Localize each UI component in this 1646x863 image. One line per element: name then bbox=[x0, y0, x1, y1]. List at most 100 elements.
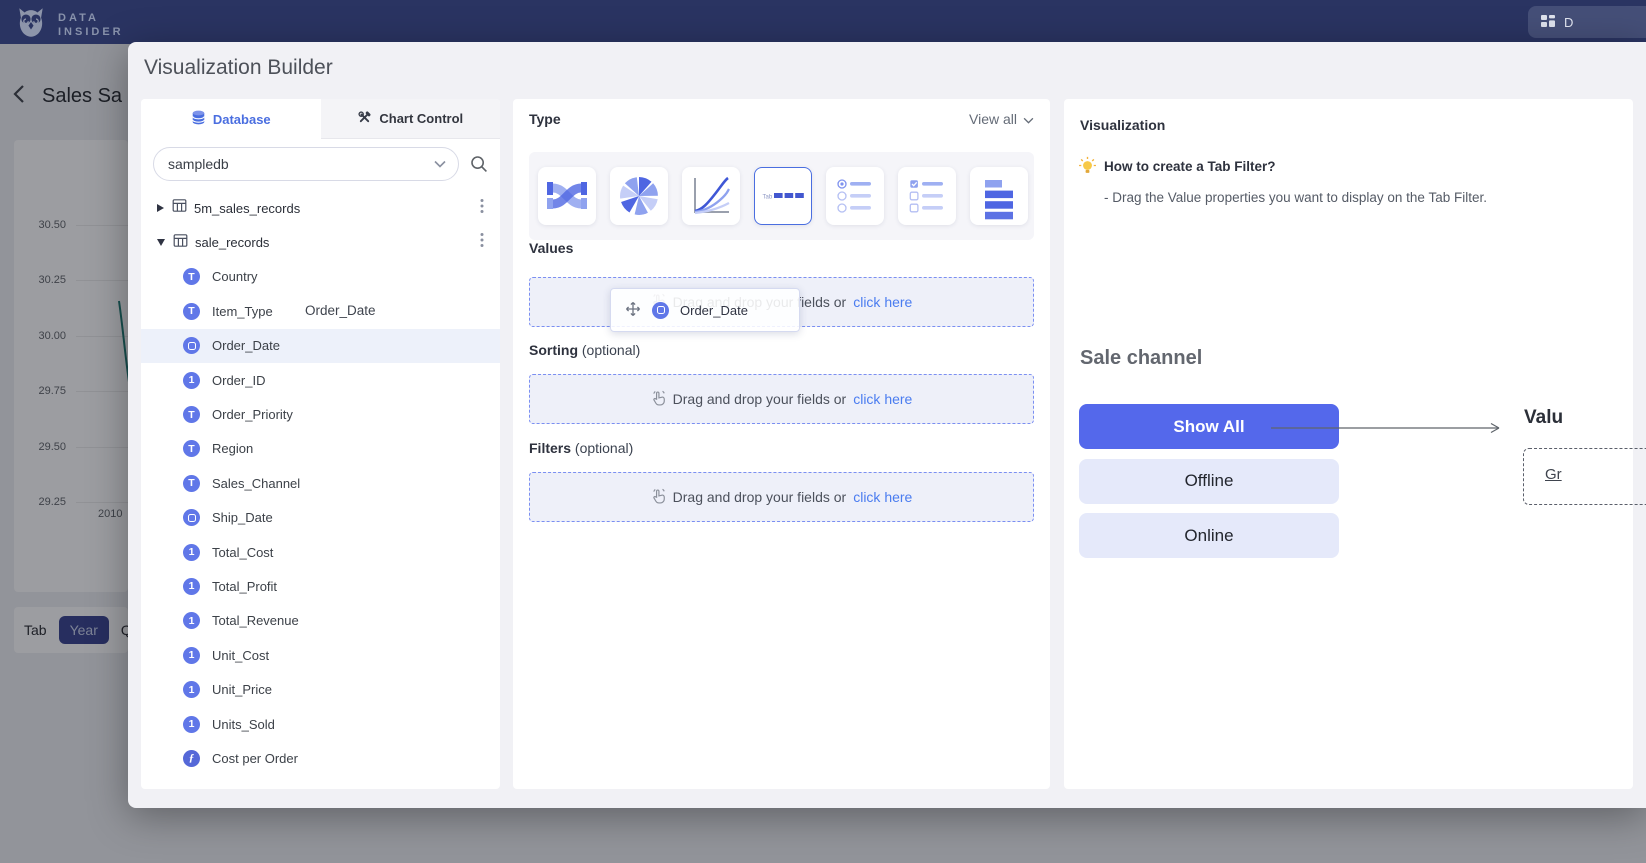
field-name: Order_Priority bbox=[212, 407, 293, 422]
dropzone-text: Drag and drop your fields or bbox=[673, 391, 847, 407]
visualization-builder-modal: Visualization Builder Database bbox=[128, 42, 1646, 808]
values-dropzone[interactable]: Drag and drop your fields or click here … bbox=[529, 277, 1034, 327]
click-here-link[interactable]: click here bbox=[853, 391, 912, 407]
number-field-icon: 1 bbox=[183, 578, 200, 595]
tab-chart-control-label: Chart Control bbox=[379, 111, 463, 126]
type-label: Type bbox=[529, 111, 561, 127]
visualization-panel: Visualization How to create a Tab Filter… bbox=[1064, 99, 1633, 789]
field-row-Unit_Price[interactable]: 1Unit_Price bbox=[141, 672, 500, 706]
chart-type-radio-list-icon[interactable] bbox=[826, 167, 884, 225]
brand-logo: DATA INSIDER bbox=[14, 5, 124, 44]
chevron-down-icon bbox=[1023, 111, 1034, 127]
field-row-Order_Priority[interactable]: TOrder_Priority bbox=[141, 397, 500, 431]
database-panel: Database Chart Control 5m_sales_records bbox=[141, 99, 500, 789]
dashboard-icon bbox=[1540, 13, 1556, 32]
kebab-menu-icon[interactable] bbox=[480, 198, 484, 219]
field-row-Country[interactable]: TCountry bbox=[141, 260, 500, 294]
field-name: Total_Cost bbox=[212, 545, 273, 560]
tip-body: - Drag the Value properties you want to … bbox=[1104, 190, 1487, 205]
datasource-input[interactable] bbox=[154, 156, 414, 172]
field-row-Order_ID[interactable]: 1 Order_ID bbox=[141, 363, 500, 397]
click-here-link[interactable]: click here bbox=[853, 294, 912, 310]
filters-label: Filters (optional) bbox=[529, 440, 633, 456]
filters-dropzone[interactable]: Drag and drop your fields or click here bbox=[529, 472, 1034, 522]
number-field-icon: 1 bbox=[183, 647, 200, 664]
chart-type-table-icon[interactable] bbox=[970, 167, 1028, 225]
owl-logo-icon bbox=[14, 5, 48, 44]
field-name: Country bbox=[212, 269, 258, 284]
annotation-group-box: Gr bbox=[1523, 448, 1646, 505]
chart-type-line-chart-icon[interactable] bbox=[682, 167, 740, 225]
view-all-dropdown[interactable]: View all bbox=[969, 111, 1034, 127]
brand-line1: DATA bbox=[58, 11, 124, 25]
field-name: Total_Revenue bbox=[212, 613, 299, 628]
field-row-Total_Revenue[interactable]: 1 Total_Revenue bbox=[141, 604, 500, 638]
field-name: Unit_Cost bbox=[212, 648, 269, 663]
field-row-Units_Sold[interactable]: 1Units_Sold bbox=[141, 707, 500, 741]
caret-down-icon[interactable] bbox=[157, 239, 165, 246]
chart-type-tab-filter-icon[interactable]: Tab bbox=[754, 167, 812, 225]
field-name: Order_ID bbox=[212, 373, 265, 388]
number-field-icon: 1 bbox=[183, 612, 200, 629]
field-row-Total_Cost[interactable]: 1Total_Cost bbox=[141, 535, 500, 569]
sorting-dropzone[interactable]: Drag and drop your fields or click here bbox=[529, 374, 1034, 424]
dropzone-text: Drag and drop your fields or bbox=[673, 489, 847, 505]
caret-right-icon[interactable] bbox=[157, 204, 164, 212]
values-label: Values bbox=[529, 240, 573, 256]
tab-database[interactable]: Database bbox=[141, 99, 321, 139]
drag-hand-icon bbox=[651, 488, 666, 507]
drag-chip-label: Order_Date bbox=[680, 303, 748, 318]
table-row-5m_sales_records[interactable]: 5m_sales_records bbox=[141, 191, 500, 225]
field-name: Ship_Date bbox=[212, 510, 273, 525]
tab-database-label: Database bbox=[213, 112, 271, 127]
builder-panel: Type View all Tab Values Drag and drop y… bbox=[513, 99, 1050, 789]
field-row-Cost-per-Order[interactable]: ƒ Cost per Order bbox=[141, 741, 500, 775]
function-field-icon: ƒ bbox=[183, 750, 200, 767]
annotation-group-link[interactable]: Gr bbox=[1545, 466, 1562, 483]
chart-type-strip: Tab bbox=[529, 152, 1034, 240]
preview-button-online[interactable]: Online bbox=[1079, 513, 1339, 558]
table-icon bbox=[172, 198, 187, 218]
svg-text:Tab: Tab bbox=[763, 195, 773, 201]
number-field-icon: 1 bbox=[183, 372, 200, 389]
field-name: Item_Type bbox=[212, 304, 273, 319]
number-field-icon: 1 bbox=[183, 681, 200, 698]
table-row-sale_records[interactable]: sale_records bbox=[141, 225, 500, 259]
drag-hand-icon bbox=[651, 390, 666, 409]
table-name: sale_records bbox=[195, 235, 269, 250]
kebab-menu-icon[interactable] bbox=[480, 232, 484, 253]
chart-type-checkbox-list-icon[interactable] bbox=[898, 167, 956, 225]
chart-type-sankey-icon[interactable] bbox=[538, 167, 596, 225]
field-row-Sales_Channel[interactable]: TSales_Channel bbox=[141, 466, 500, 500]
text-field-icon: T bbox=[183, 440, 200, 457]
tab-chart-control[interactable]: Chart Control bbox=[321, 99, 501, 139]
field-row-Total_Profit[interactable]: 1Total_Profit bbox=[141, 569, 500, 603]
chart-type-pie-icon[interactable] bbox=[610, 167, 668, 225]
field-name: Order_Date bbox=[212, 338, 280, 353]
annotation-arrow bbox=[1269, 421, 1511, 435]
database-icon bbox=[191, 110, 206, 128]
field-row-Unit_Cost[interactable]: 1 Unit_Cost bbox=[141, 638, 500, 672]
click-here-link[interactable]: click here bbox=[853, 489, 912, 505]
text-field-icon: T bbox=[183, 303, 200, 320]
field-name: Region bbox=[212, 441, 253, 456]
dashboard-button[interactable]: D bbox=[1528, 6, 1646, 38]
move-icon bbox=[625, 301, 641, 320]
field-row-Order_Date[interactable]: Order_Date bbox=[141, 329, 500, 363]
dashboard-button-label: D bbox=[1564, 15, 1573, 30]
dragged-field-chip[interactable]: Order_Date bbox=[610, 288, 800, 332]
datasource-select[interactable] bbox=[153, 147, 459, 181]
view-all-label: View all bbox=[969, 111, 1017, 127]
drag-ghost-label: Order_Date bbox=[305, 303, 376, 318]
field-name: Cost per Order bbox=[212, 751, 298, 766]
chevron-down-icon bbox=[434, 155, 446, 173]
preview-button-offline[interactable]: Offline bbox=[1079, 459, 1339, 504]
table-name: 5m_sales_records bbox=[194, 201, 300, 216]
field-row-Region[interactable]: T Region bbox=[141, 432, 500, 466]
search-icon[interactable] bbox=[469, 154, 489, 179]
sorting-label: Sorting (optional) bbox=[529, 342, 640, 358]
field-row-Ship_Date[interactable]: Ship_Date bbox=[141, 501, 500, 535]
field-name: Units_Sold bbox=[212, 717, 275, 732]
tip-title: How to create a Tab Filter? bbox=[1104, 159, 1276, 174]
date-field-icon bbox=[652, 302, 669, 319]
